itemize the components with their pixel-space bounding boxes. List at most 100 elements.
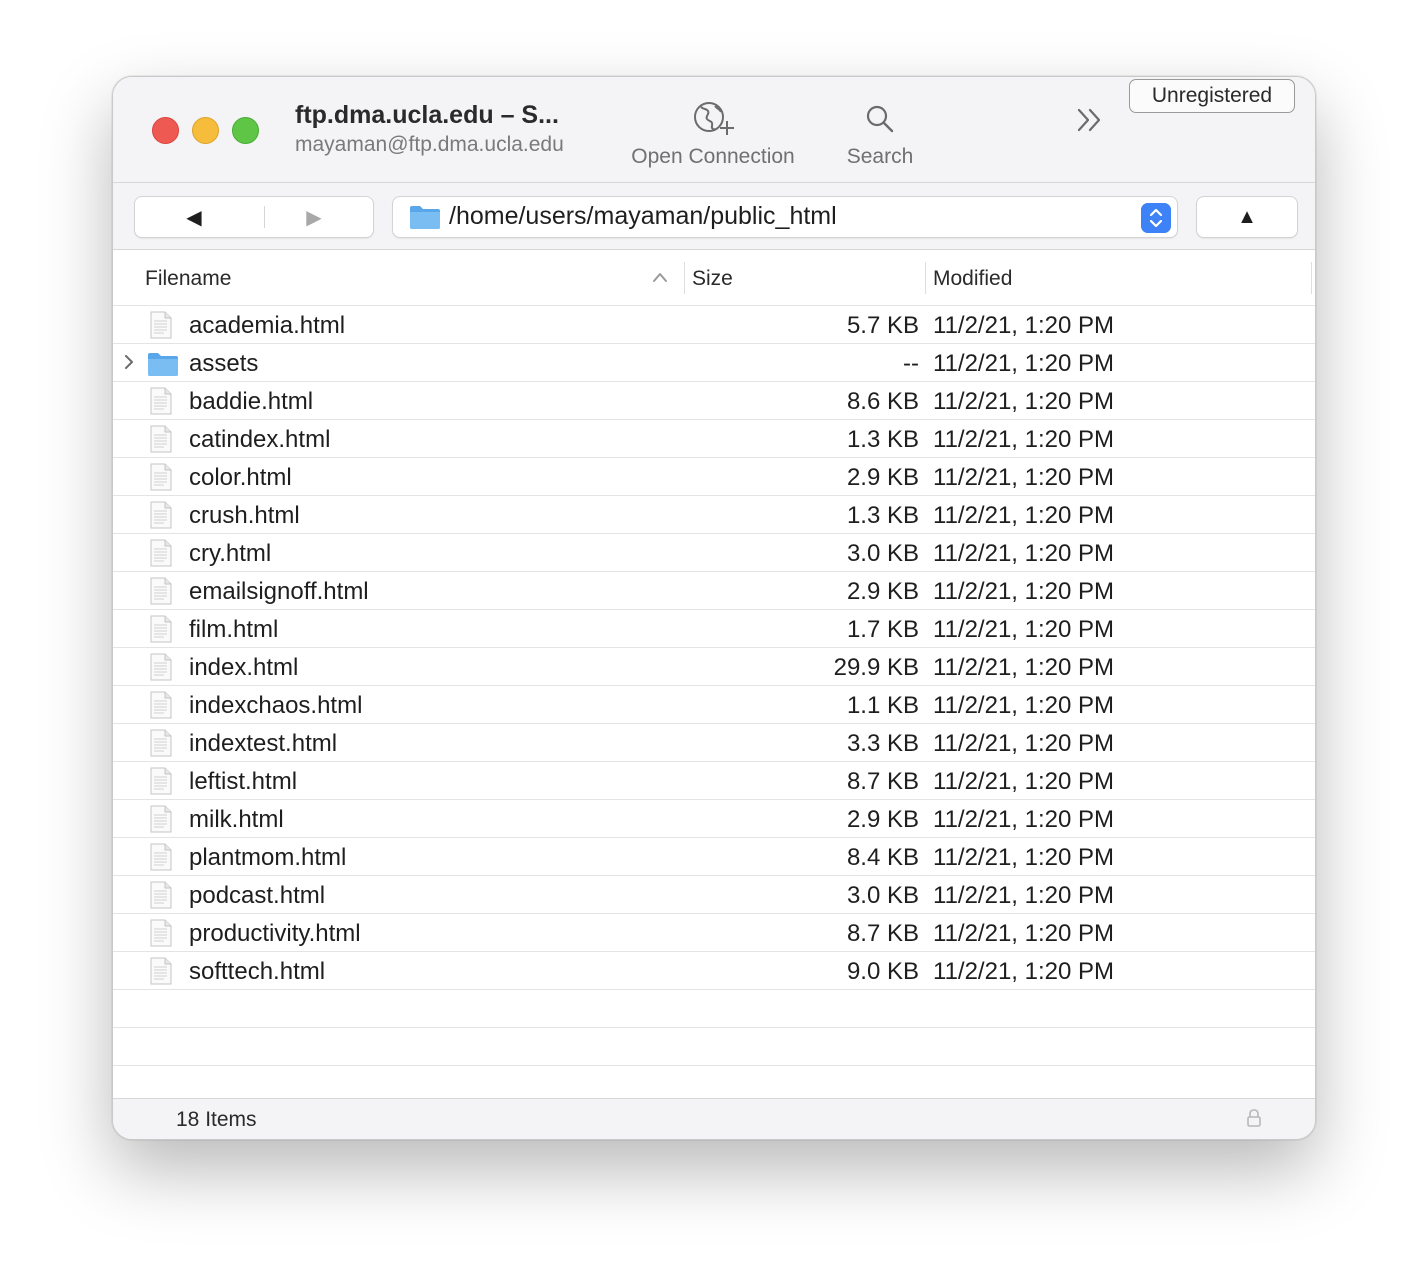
size-cell: 2.9 KB — [846, 806, 919, 833]
filename-cell: leftist.html — [189, 768, 298, 795]
modified-cell: 11/2/21, 1:20 PM — [933, 768, 1115, 795]
sftp-browser-window: ftp.dma.ucla.edu – S... mayaman@ftp.dma.… — [112, 76, 1316, 1140]
table-row[interactable]: indextest.html 3.3 KB 11/2/21, 1:20 PM — [113, 724, 1315, 762]
column-divider[interactable] — [684, 262, 685, 294]
search-label: Search — [846, 145, 914, 168]
table-row[interactable]: productivity.html 8.7 KB 11/2/21, 1:20 PM — [113, 914, 1315, 952]
path-popup[interactable]: /home/users/mayaman/public_html — [392, 196, 1178, 238]
table-row[interactable]: assets -- 11/2/21, 1:20 PM — [113, 344, 1315, 382]
document-icon — [150, 691, 172, 719]
stepper-icon[interactable] — [1141, 203, 1171, 233]
forward-button[interactable]: ▶ — [255, 197, 373, 237]
table-row[interactable]: emailsignoff.html 2.9 KB 11/2/21, 1:20 PM — [113, 572, 1315, 610]
document-icon — [150, 387, 172, 415]
table-row[interactable]: baddie.html 8.6 KB 11/2/21, 1:20 PM — [113, 382, 1315, 420]
lock-icon — [1247, 1109, 1261, 1127]
table-row[interactable]: indexchaos.html 1.1 KB 11/2/21, 1:20 PM — [113, 686, 1315, 724]
filename-cell: assets — [189, 350, 259, 377]
table-row[interactable]: podcast.html 3.0 KB 11/2/21, 1:20 PM — [113, 876, 1315, 914]
size-cell: 8.7 KB — [846, 768, 919, 795]
size-cell: 3.0 KB — [846, 882, 919, 909]
search-button[interactable]: Search — [825, 97, 935, 169]
table-row[interactable]: film.html 1.7 KB 11/2/21, 1:20 PM — [113, 610, 1315, 648]
file-table-header: Filename Size Modified — [113, 250, 1315, 306]
table-row[interactable]: milk.html 2.9 KB 11/2/21, 1:20 PM — [113, 800, 1315, 838]
filename-cell: productivity.html — [189, 920, 361, 947]
window-subtitle: mayaman@ftp.dma.ucla.edu — [295, 133, 564, 156]
filename-cell: podcast.html — [189, 882, 326, 909]
close-icon[interactable] — [152, 117, 179, 144]
size-cell: 5.7 KB — [846, 312, 919, 339]
filename-cell: indexchaos.html — [189, 692, 363, 719]
search-icon — [866, 105, 894, 133]
column-header-size[interactable]: Size — [692, 267, 733, 291]
document-icon — [150, 881, 172, 909]
filename-cell: plantmom.html — [189, 844, 347, 871]
document-icon — [150, 653, 172, 681]
globe-plus-icon — [694, 102, 734, 135]
filename-cell: softtech.html — [189, 958, 326, 985]
document-icon — [150, 311, 172, 339]
column-header-modified[interactable]: Modified — [933, 267, 1012, 291]
size-cell: 3.3 KB — [846, 730, 919, 757]
size-cell: 2.9 KB — [846, 578, 919, 605]
size-cell: 29.9 KB — [833, 654, 919, 681]
table-row[interactable]: crush.html 1.3 KB 11/2/21, 1:20 PM — [113, 496, 1315, 534]
status-bar: 18 Items — [113, 1098, 1315, 1139]
modified-cell: 11/2/21, 1:20 PM — [933, 578, 1115, 605]
document-icon — [150, 767, 172, 795]
size-cell: 8.6 KB — [846, 388, 919, 415]
table-row[interactable]: catindex.html 1.3 KB 11/2/21, 1:20 PM — [113, 420, 1315, 458]
size-cell: 1.7 KB — [846, 616, 919, 643]
modified-cell: 11/2/21, 1:20 PM — [933, 730, 1115, 757]
column-divider[interactable] — [925, 262, 926, 294]
column-header-filename[interactable]: Filename — [145, 267, 231, 291]
document-icon — [150, 957, 172, 985]
document-icon — [150, 805, 172, 833]
filename-cell: emailsignoff.html — [189, 578, 369, 605]
minimize-icon[interactable] — [192, 117, 219, 144]
size-cell: -- — [903, 350, 919, 377]
document-icon — [150, 919, 172, 947]
filename-cell: crush.html — [189, 502, 300, 529]
table-row[interactable]: leftist.html 8.7 KB 11/2/21, 1:20 PM — [113, 762, 1315, 800]
column-divider[interactable] — [1311, 262, 1312, 294]
filename-cell: baddie.html — [189, 388, 314, 415]
folder-icon — [148, 353, 178, 376]
item-count: 18 Items — [176, 1108, 257, 1131]
filename-cell: catindex.html — [189, 426, 331, 453]
table-row[interactable]: index.html 29.9 KB 11/2/21, 1:20 PM — [113, 648, 1315, 686]
table-row[interactable]: plantmom.html 8.4 KB 11/2/21, 1:20 PM — [113, 838, 1315, 876]
document-icon — [150, 615, 172, 643]
unregistered-badge[interactable]: Unregistered — [1129, 79, 1295, 113]
table-row[interactable]: color.html 2.9 KB 11/2/21, 1:20 PM — [113, 458, 1315, 496]
modified-cell: 11/2/21, 1:20 PM — [933, 806, 1115, 833]
parent-directory-button[interactable]: ▲ — [1196, 196, 1298, 238]
filename-cell: indextest.html — [189, 730, 338, 757]
modified-cell: 11/2/21, 1:20 PM — [933, 882, 1115, 909]
title-toolbar: ftp.dma.ucla.edu – S... mayaman@ftp.dma.… — [113, 77, 1315, 183]
document-icon — [150, 501, 172, 529]
filename-cell: milk.html — [189, 806, 284, 833]
open-connection-label: Open Connection — [631, 145, 795, 168]
table-row[interactable]: cry.html 3.0 KB 11/2/21, 1:20 PM — [113, 534, 1315, 572]
modified-cell: 11/2/21, 1:20 PM — [933, 692, 1115, 719]
table-row[interactable]: softtech.html 9.0 KB 11/2/21, 1:20 PM — [113, 952, 1315, 990]
chevron-double-right-icon[interactable] — [1073, 103, 1107, 137]
size-cell: 8.7 KB — [846, 920, 919, 947]
size-cell: 1.1 KB — [846, 692, 919, 719]
document-icon — [150, 463, 172, 491]
window-title: ftp.dma.ucla.edu – S... — [295, 101, 559, 129]
modified-cell: 11/2/21, 1:20 PM — [933, 920, 1115, 947]
chevron-right-icon[interactable] — [122, 353, 136, 371]
back-button[interactable]: ◀ — [135, 197, 253, 237]
filename-cell: index.html — [189, 654, 299, 681]
empty-row — [113, 1028, 1315, 1066]
chevron-up-icon — [653, 273, 667, 282]
open-connection-button[interactable]: Open Connection — [618, 97, 808, 169]
zoom-icon[interactable] — [232, 117, 259, 144]
document-icon — [150, 843, 172, 871]
table-row[interactable]: academia.html 5.7 KB 11/2/21, 1:20 PM — [113, 306, 1315, 344]
document-icon — [150, 729, 172, 757]
modified-cell: 11/2/21, 1:20 PM — [933, 388, 1115, 415]
